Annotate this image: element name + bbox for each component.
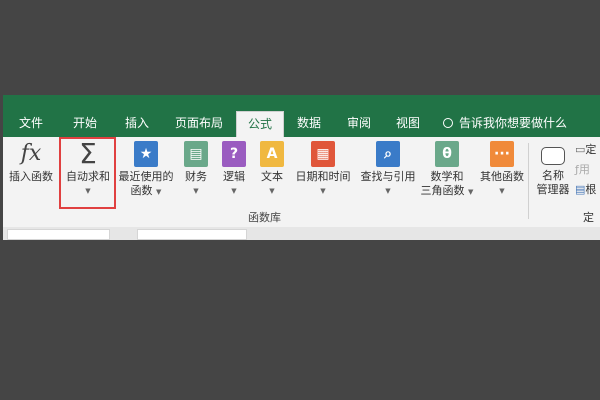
tab-home[interactable]: 开始 — [65, 111, 105, 137]
label: 函数 — [130, 184, 153, 197]
more-functions-button[interactable]: ··· 其他函数 ▼ — [477, 141, 527, 198]
tab-data[interactable]: 数据 — [289, 111, 329, 137]
question-icon: ? — [222, 141, 246, 167]
group-divider — [528, 143, 529, 219]
excel-window: 文件 开始 插入 页面布局 公式 数据 审阅 视图 告诉我你想要做什么 fx 插… — [3, 95, 600, 240]
tab-formulas[interactable]: 公式 — [236, 111, 284, 137]
logical-button[interactable]: ? 逻辑 ▼ — [217, 141, 251, 198]
tab-page-layout[interactable]: 页面布局 — [168, 111, 230, 137]
search-icon — [443, 118, 453, 128]
math-trig-button[interactable]: θ 数学和 三角函数 ▼ — [417, 141, 477, 199]
label: 插入函数 — [9, 170, 53, 183]
title-bar — [3, 95, 600, 107]
tag-icon: ▭ — [575, 143, 586, 156]
label: 其他函数 — [480, 170, 524, 183]
label: 日期和时间 — [295, 170, 351, 183]
dropdown-arrow-icon: ▼ — [231, 187, 237, 195]
dropdown-arrow-icon: ▼ — [193, 187, 199, 195]
label: 三角函数 — [420, 184, 465, 197]
star-book-icon: ★ — [134, 141, 158, 167]
formula-input[interactable] — [137, 229, 247, 240]
label: 数学和 — [430, 170, 464, 183]
fx-icon: fx — [20, 141, 42, 166]
ellipsis-icon: ··· — [490, 141, 514, 167]
dropdown-arrow-icon: ▼ — [499, 187, 505, 195]
insert-function-button[interactable]: fx 插入函数 — [5, 141, 57, 184]
calendar-icon: ▦ — [311, 141, 335, 167]
create-from-selection-button[interactable]: ▤根 — [575, 181, 596, 197]
label: 名称 — [542, 169, 564, 182]
label: 查找与引用 — [360, 170, 416, 183]
tab-insert[interactable]: 插入 — [117, 111, 157, 137]
autosum-highlight-box — [59, 137, 116, 209]
name-manager-button[interactable]: 名称 管理器 — [533, 141, 573, 197]
ribbon-tabs: 文件 开始 插入 页面布局 公式 数据 审阅 视图 告诉我你想要做什么 — [3, 107, 600, 137]
label: 逻辑 — [223, 170, 245, 183]
label: 定 — [585, 143, 597, 156]
label: 根 — [585, 183, 597, 196]
define-name-button[interactable]: ▭定 — [575, 141, 596, 157]
dropdown-arrow-icon: ▼ — [156, 188, 162, 196]
dropdown-arrow-icon: ▼ — [269, 187, 275, 195]
label: 最近使用的 — [118, 170, 174, 183]
tell-me-search[interactable]: 告诉我你想要做什么 — [443, 111, 567, 135]
recently-used-button[interactable]: ★ 最近使用的 函数 ▼ — [115, 141, 177, 199]
lookup-reference-button[interactable]: ⌕ 查找与引用 ▼ — [357, 141, 419, 198]
dropdown-arrow-icon: ▼ — [320, 187, 326, 195]
financial-button[interactable]: ▤ 财务 ▼ — [179, 141, 213, 198]
name-box[interactable] — [7, 229, 110, 240]
financial-icon: ▤ — [184, 141, 208, 167]
date-time-button[interactable]: ▦ 日期和时间 ▼ — [291, 141, 355, 198]
name-manager-icon — [541, 147, 565, 165]
search-placeholder: 告诉我你想要做什么 — [459, 116, 568, 130]
tab-review[interactable]: 审阅 — [339, 111, 379, 137]
text-a-icon: A — [260, 141, 284, 167]
group-label-function-library: 函数库 — [248, 211, 281, 224]
label: 管理器 — [536, 183, 570, 196]
use-in-formula-button[interactable]: ƒ用 — [575, 161, 590, 177]
label: 财务 — [185, 170, 207, 183]
label: 用 — [578, 163, 590, 176]
table-icon: ▤ — [575, 183, 586, 196]
label: 文本 — [261, 170, 283, 183]
dropdown-arrow-icon: ▼ — [468, 188, 474, 196]
theta-icon: θ — [435, 141, 459, 167]
tab-view[interactable]: 视图 — [388, 111, 428, 137]
formula-bar — [3, 227, 600, 240]
text-button[interactable]: A 文本 ▼ — [255, 141, 289, 198]
dropdown-arrow-icon: ▼ — [385, 187, 391, 195]
magnifier-icon: ⌕ — [376, 141, 400, 167]
tab-file[interactable]: 文件 — [11, 111, 51, 137]
